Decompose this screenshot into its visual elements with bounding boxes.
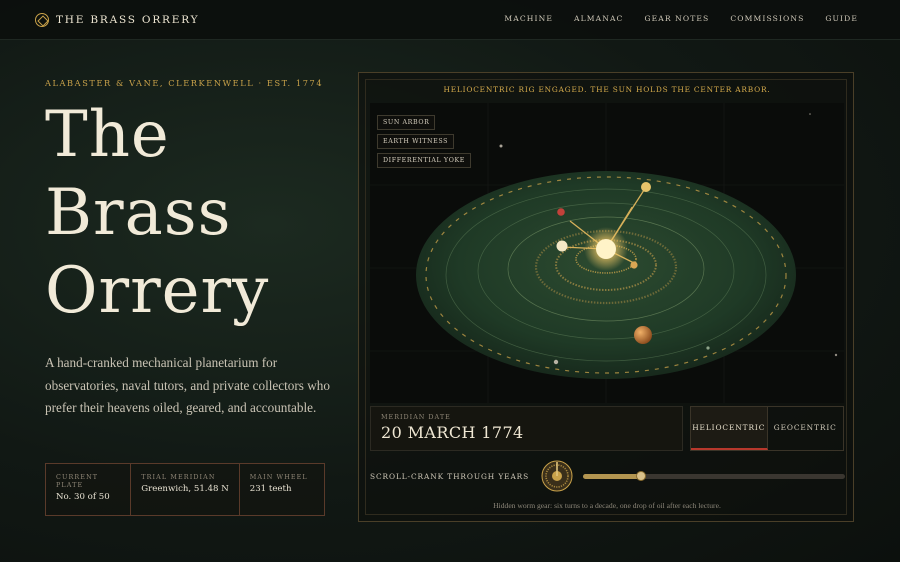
planet[interactable] <box>556 240 568 252</box>
slider-handle[interactable] <box>635 471 646 481</box>
stat-value: Greenwich, 51.48 N <box>141 484 229 494</box>
nav-link-guide[interactable]: GUIDE <box>825 14 858 23</box>
slider-fill <box>583 474 641 479</box>
hero-description: A hand-cranked mechanical planetarium fo… <box>45 355 330 415</box>
brand[interactable]: THE BRASS ORRERY <box>35 12 199 28</box>
crank-dial[interactable] <box>540 459 574 493</box>
footnote: Hidden worm gear: six turns to a decade,… <box>493 501 721 510</box>
stat-label: TRIAL MERIDIAN <box>141 473 216 481</box>
star <box>834 353 838 357</box>
stat-label: MAIN WHEEL <box>249 473 308 481</box>
crank-icon <box>541 460 573 492</box>
brand-logo-icon <box>35 13 49 27</box>
felt-table <box>416 171 796 379</box>
orrery-panel: HELIOCENTRIC RIG ENGAGED. THE SUN HOLDS … <box>358 72 854 522</box>
title-line: Brass <box>45 176 232 250</box>
star <box>499 144 503 148</box>
page-title: The Brass Orrery <box>45 96 269 330</box>
status-banner: HELIOCENTRIC RIG ENGAGED. THE SUN HOLDS … <box>443 85 771 94</box>
sun[interactable] <box>596 239 616 259</box>
stat-label: CURRENT PLATE <box>56 473 99 489</box>
geocentric-button[interactable]: GEOCENTRIC <box>768 407 844 450</box>
title-line: Orrery <box>45 254 270 328</box>
orrery-viewport[interactable]: SUN ARBOR EARTH WITNESS DIFFERENTIAL YOK… <box>370 103 844 403</box>
stat-value: 231 teeth <box>249 484 292 494</box>
brand-name: THE BRASS ORRERY <box>56 14 200 26</box>
title-line: The <box>45 98 170 172</box>
nav-link-almanac[interactable]: ALMANAC <box>574 14 623 23</box>
planet[interactable] <box>557 208 565 216</box>
crank-label: SCROLL-CRANK THROUGH YEARS <box>370 472 530 481</box>
mode-toggle: HELIOCENTRIC GEOCENTRIC <box>690 406 844 451</box>
nav-link-commissions[interactable]: COMMISSIONS <box>730 14 804 23</box>
stats-bar: CURRENT PLATE No. 30 of 50 TRIAL MERIDIA… <box>45 463 325 516</box>
stat-trial-meridian: TRIAL MERIDIAN Greenwich, 51.48 N <box>131 464 240 515</box>
nav-links: MACHINE ALMANAC GEAR NOTES COMMISSIONS G… <box>504 14 858 23</box>
year-slider[interactable] <box>583 471 845 481</box>
tag-differential-yoke[interactable]: DIFFERENTIAL YOKE <box>377 153 471 168</box>
planet[interactable] <box>634 326 652 344</box>
meridian-label: MERIDIAN DATE <box>381 413 451 421</box>
meridian-date-display: MERIDIAN DATE 20 MARCH 1774 <box>370 406 683 451</box>
tag-sun-arbor[interactable]: SUN ARBOR <box>377 115 436 130</box>
nav-link-machine[interactable]: MACHINE <box>504 14 553 23</box>
planet[interactable] <box>641 182 651 192</box>
nav-link-gear-notes[interactable]: GEAR NOTES <box>644 14 709 23</box>
planet[interactable] <box>706 346 710 350</box>
star <box>809 113 811 115</box>
heliocentric-button[interactable]: HELIOCENTRIC <box>691 407 768 450</box>
tag-earth-witness[interactable]: EARTH WITNESS <box>377 134 455 149</box>
planet[interactable] <box>553 359 559 365</box>
planet[interactable] <box>630 261 638 269</box>
stat-value: No. 30 of 50 <box>56 492 110 502</box>
hero-eyebrow: ALABASTER & VANE, CLERKENWELL · EST. 177… <box>45 78 324 88</box>
stat-main-wheel: MAIN WHEEL 231 teeth <box>240 464 324 515</box>
top-nav: THE BRASS ORRERY MACHINE ALMANAC GEAR NO… <box>0 0 900 40</box>
stat-current-plate: CURRENT PLATE No. 30 of 50 <box>46 464 132 515</box>
meridian-value: 20 MARCH 1774 <box>381 423 524 442</box>
